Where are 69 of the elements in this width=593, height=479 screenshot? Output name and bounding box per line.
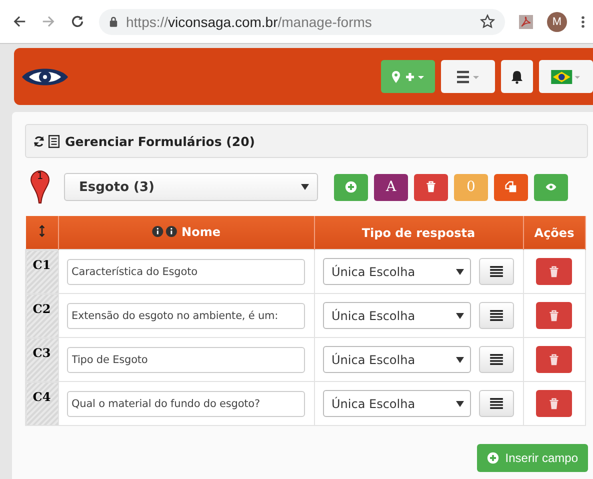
response-type-select[interactable]: Única Escolha [322,346,470,373]
response-type-select[interactable]: Única Escolha [322,258,470,285]
field-name-input[interactable]: Extensão do esgoto no ambiente, é um: [66,302,304,328]
field-name-input[interactable]: Qual o material do fundo do esgoto? [66,390,304,416]
list-icon [490,310,502,321]
list-icon [490,266,502,277]
column-header: Ações [523,216,586,250]
copy-button[interactable] [494,174,528,200]
trash-icon [548,266,560,278]
pdf-extension-icon[interactable] [519,14,533,28]
options-button[interactable] [478,302,514,329]
delete-button[interactable] [536,302,572,329]
row-code: C3 [26,338,58,382]
caret-icon [301,184,309,190]
delete-button[interactable] [536,390,572,417]
trash-icon [548,398,560,410]
column-header: Tipo de resposta [314,216,523,250]
more-icon[interactable] [581,14,585,28]
back-icon[interactable] [12,14,27,29]
options-button[interactable] [478,390,514,417]
preview-button[interactable] [534,174,568,200]
map-marker: 1 [30,170,50,204]
url-text: https://viconsaga.com.br/manage-forms [126,14,373,30]
info-icon [152,226,178,238]
field-name-input[interactable]: Característica do Esgoto [66,258,304,284]
options-button[interactable] [478,258,514,285]
list-icon [490,354,502,365]
sort-header[interactable] [26,216,58,250]
caret-icon [456,312,464,318]
add-button[interactable] [334,174,368,200]
response-type-select[interactable]: Única Escolha [322,302,470,329]
sort-icon [38,225,44,237]
copy-icon [505,181,517,193]
bell-icon [511,70,523,84]
flag-icon [549,70,583,84]
plus-circle-icon [487,452,500,464]
lock-icon [109,16,118,27]
eye-icon [545,181,557,193]
column-header: Nome [58,216,314,250]
language-button[interactable] [539,60,593,93]
notifications-button[interactable] [501,60,533,93]
list-icon [490,398,502,409]
field-name-input[interactable]: Tipo de Esgoto [66,346,304,372]
avatar[interactable]: M [547,12,567,32]
trash-icon [548,354,560,366]
options-button[interactable] [478,346,514,373]
address-bar[interactable]: https://viconsaga.com.br/manage-forms [99,8,505,34]
trash-icon [548,310,560,322]
pin-plus-icon [391,70,425,84]
delete-button[interactable] [536,346,572,373]
caret-icon [456,400,464,406]
menu-button[interactable] [441,60,495,93]
row-code: C2 [26,294,58,338]
list-icon [48,134,60,148]
text-button[interactable]: A [374,174,408,200]
caret-icon [456,356,464,362]
delete-button[interactable] [414,174,448,200]
row-code: C1 [26,250,58,294]
form-select[interactable]: Esgoto (3) [64,173,318,201]
trash-icon [425,181,437,193]
star-icon[interactable] [480,14,495,29]
panel-title: Gerenciar Formulários (20) [65,134,256,148]
reload-icon[interactable] [70,14,85,29]
row-code: C4 [26,382,58,426]
delete-button[interactable] [536,258,572,285]
response-type-select[interactable]: Única Escolha [322,390,470,417]
plus-circle-icon [345,181,357,193]
caret-icon [456,268,464,274]
refresh-icon[interactable] [33,134,45,148]
